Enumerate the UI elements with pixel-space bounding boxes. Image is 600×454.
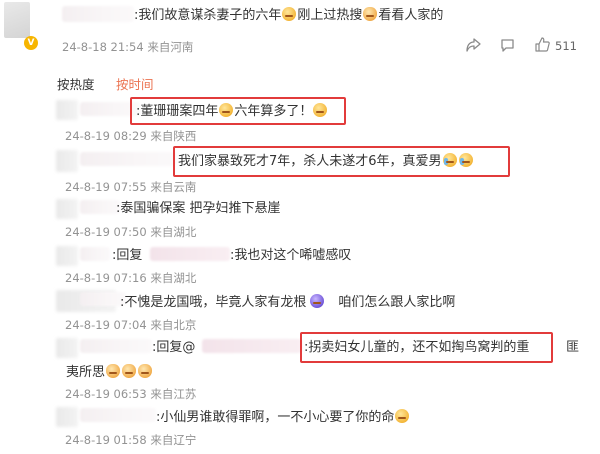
reply-meta: 24-8-19 01:58 来自辽宁: [65, 433, 197, 447]
blurred-username: [80, 339, 152, 353]
reply-meta: 24-8-19 07:04 来自北京: [65, 318, 197, 332]
blurred-mention[interactable]: [150, 247, 230, 261]
reply-text-line2: 夷所思: [66, 364, 153, 381]
blurred-username: [80, 408, 156, 422]
cat-emoji-icon: [122, 364, 137, 378]
blurred-mention[interactable]: [202, 339, 302, 353]
grin-emoji-icon: [395, 409, 410, 423]
cat-emoji-icon: [106, 364, 121, 378]
tab-sort-by-time[interactable]: 按时间: [116, 77, 154, 93]
blurred-avatar: [56, 246, 78, 266]
blurred-avatar: [56, 150, 78, 172]
thumbs-up-icon[interactable]: [535, 37, 550, 56]
tab-sort-by-hot[interactable]: 按热度: [57, 77, 95, 93]
blurred-avatar: [56, 199, 78, 219]
purple-face-emoji-icon: [310, 294, 325, 308]
reply-text: :小仙男谁敢得罪啊，一不小心要了你的命: [156, 409, 410, 426]
reply-meta: 24-8-19 07:16 来自湖北: [65, 271, 197, 285]
cat-emoji-icon: [363, 7, 378, 21]
blurred-username: [80, 247, 110, 261]
comment-icon[interactable]: [500, 38, 515, 56]
share-icon[interactable]: [466, 38, 481, 56]
blurred-username: [80, 152, 176, 166]
blurred-avatar: [56, 338, 78, 358]
reply-text: :不愧是龙国哦，毕竟人家有龙根 咱们怎么跟人家比啊: [120, 294, 456, 310]
highlight-box: [130, 97, 346, 125]
reply-prefix: :回复: [112, 248, 143, 263]
post-meta: 24-8-18 21:54 来自河南: [62, 40, 194, 54]
reply-text: :泰国骗保案 把孕妇推下悬崖: [116, 201, 281, 216]
blurred-avatar: [56, 407, 78, 427]
reply-text-tail: 匪: [566, 340, 580, 355]
reply-meta: 24-8-19 07:55 来自云南: [65, 180, 197, 194]
post-text: :我们故意谋杀妻子的六年 刚上过热搜 看看人家的: [134, 7, 444, 23]
reply-prefix: :回复@: [152, 340, 196, 355]
blurred-username: [80, 200, 120, 214]
verified-badge-icon: V: [24, 36, 38, 50]
reply-meta: 24-8-19 06:53 来自江苏: [65, 387, 197, 401]
blurred-avatar: [56, 100, 78, 120]
highlight-box: [300, 332, 553, 363]
reply-meta: 24-8-19 08:29 来自陕西: [65, 129, 197, 143]
like-count: 511: [555, 39, 577, 53]
highlight-box: [173, 146, 510, 177]
avatar[interactable]: [4, 2, 30, 38]
reply-meta: 24-8-19 07:50 来自湖北: [65, 225, 197, 239]
blurred-username: [62, 6, 134, 22]
grin-emoji-icon: [282, 7, 297, 21]
reply-text: :我也对这个唏嘘感叹: [230, 248, 352, 263]
cat-emoji-icon: [138, 364, 153, 378]
